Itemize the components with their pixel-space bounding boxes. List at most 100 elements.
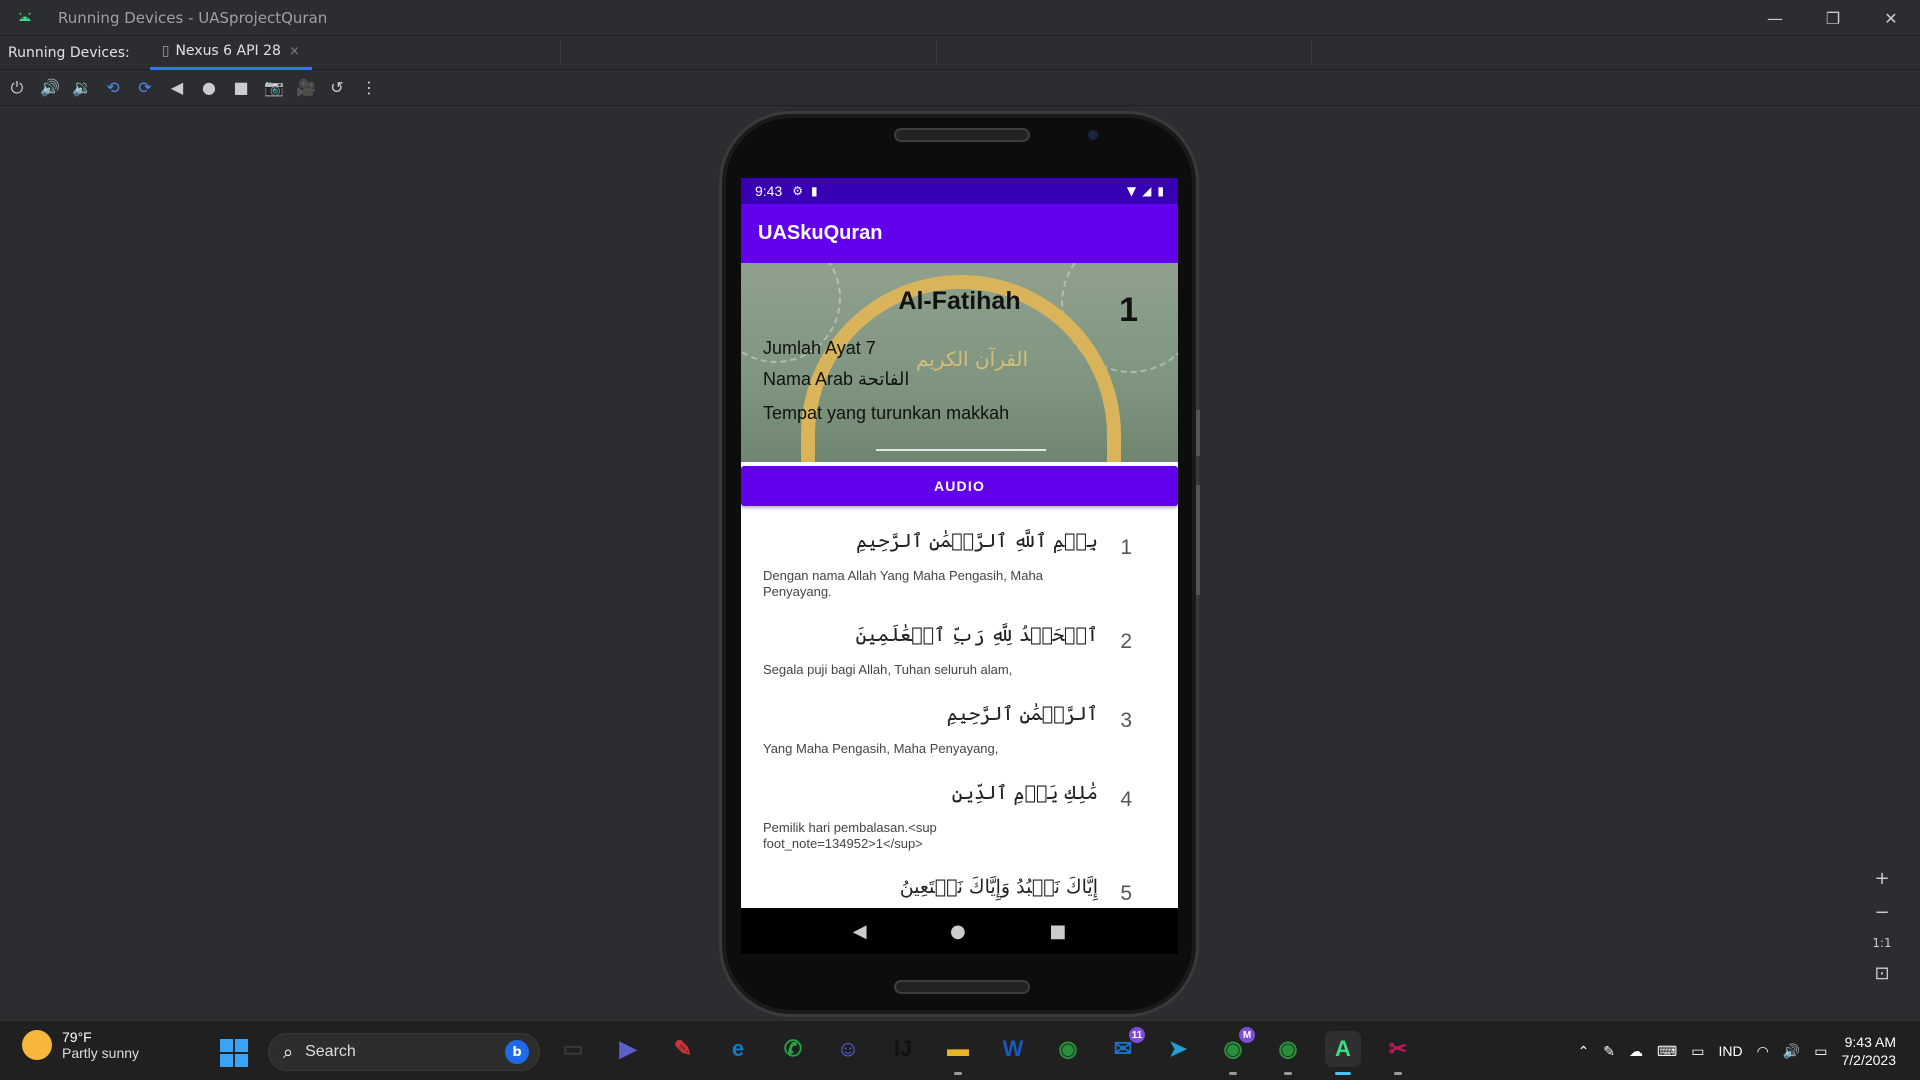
taskbar-discord-icon[interactable]: ☺ <box>830 1031 866 1067</box>
front-camera <box>1088 130 1098 140</box>
tab-nexus-6-label: Nexus 6 API 28 <box>175 43 281 59</box>
ayat-translation: Dengan nama Allah Yang Maha Pengasih, Ma… <box>763 568 1043 599</box>
taskbar-reader-icon[interactable]: ✎ <box>665 1031 701 1067</box>
android-status-bar: 9:43 ⚙ ▮ ▼ ◢ ▮ <box>741 178 1178 204</box>
battery-icon: ▮ <box>1157 184 1164 198</box>
taskbar-clock[interactable]: 9:43 AM 7/2/2023 <box>1842 1033 1897 1069</box>
top-speaker <box>894 128 1030 142</box>
rotate-right-icon[interactable]: ⟳ <box>136 78 154 97</box>
back-icon[interactable]: ◀ <box>168 78 186 97</box>
close-button[interactable]: ✕ <box>1862 0 1920 36</box>
taskbar-apps: ▭ ▶ ✎ e ✆ ☺ IJ ▬ W ◉ ✉ 11 ➤ ◉ M ◉ A ✂ <box>555 1027 1416 1075</box>
running-devices-label: Running Devices: <box>8 44 130 61</box>
search-placeholder: Search <box>305 1043 356 1060</box>
nav-back-icon[interactable]: ◀ <box>853 921 867 942</box>
taskbar-explorer-icon[interactable]: ▬ <box>940 1031 976 1075</box>
phone-volume-button[interactable] <box>1196 485 1200 595</box>
ayat-translation: Yang Maha Pengasih, Maha Penyayang, <box>763 741 999 756</box>
zoom-in-button[interactable]: + <box>1874 868 1889 889</box>
device-icon: ▯ <box>161 43 170 59</box>
overview-icon[interactable]: ■ <box>232 78 250 97</box>
snipping-tool-glyph: ✂ <box>1388 1036 1408 1061</box>
ayat-number: 5 <box>1120 882 1132 905</box>
more-icon[interactable]: ⋮ <box>360 78 378 97</box>
taskbar-snipping-tool-icon[interactable]: ✂ <box>1380 1031 1416 1075</box>
phone-screen[interactable]: 9:43 ⚙ ▮ ▼ ◢ ▮ UASkuQuran القرآن الكريم … <box>741 178 1178 954</box>
decorative-divider <box>876 449 1046 451</box>
ayat-translation: Pemilik hari pembalasan.<sup foot_note=1… <box>763 820 937 851</box>
keyboard-icon[interactable]: ⌨ <box>1657 1043 1677 1060</box>
chrome-profile-2-glyph: ◉ <box>1278 1036 1298 1061</box>
tab-separator <box>1311 40 1312 66</box>
ayat-number: 3 <box>1120 709 1132 732</box>
wifi-icon[interactable]: ◠ <box>1757 1043 1769 1060</box>
windows-taskbar: 79°F Partly sunny ⌕ Search b ▭ ▶ ✎ e ✆ ☺ IJ ▬ W ◉… <box>0 1020 1920 1080</box>
ayat-arabic: مَٰلِكِ يَوۡمِ ٱلدِّينِ <box>951 782 1098 804</box>
audio-button[interactable]: AUDIO <box>741 466 1178 506</box>
taskbar-android-studio-icon[interactable]: A <box>1325 1031 1361 1075</box>
taskbar-intellij-icon[interactable]: IJ <box>885 1031 921 1067</box>
nav-recents-icon[interactable]: ■ <box>1049 921 1066 942</box>
speaker-icon[interactable]: 🔊 <box>1783 1043 1800 1060</box>
telegram-glyph: ➤ <box>1168 1036 1188 1061</box>
ayat-number: 4 <box>1120 788 1132 811</box>
tab-close-icon[interactable]: × <box>289 44 300 59</box>
ayat-arabic: إِيَّاكَ نَعۡبُدُ وَإِيَّاكَ نَسۡتَعِينُ <box>899 876 1098 898</box>
tab-nexus-6[interactable]: ▯ Nexus 6 API 28 × <box>149 36 312 70</box>
running-indicator <box>1335 1072 1351 1075</box>
screen-record-icon[interactable]: 🎥 <box>296 78 316 97</box>
language-indicator[interactable]: IND <box>1718 1043 1742 1059</box>
taskbar-chrome-profile-m-icon[interactable]: ◉ M <box>1215 1027 1255 1075</box>
zoom-out-button[interactable]: − <box>1874 902 1889 923</box>
system-tray: ⌃ ✎ ☁ ⌨ ▭ IND ◠ 🔊 ▭ 9:43 AM 7/2/2023 <box>1578 1033 1896 1069</box>
chevron-up-icon[interactable]: ⌃ <box>1578 1043 1590 1060</box>
android-nav-bar: ◀ ● ■ <box>741 908 1178 954</box>
taskbar-telegram-icon[interactable]: ➤ <box>1160 1031 1196 1067</box>
taskbar-mail-icon[interactable]: ✉ 11 <box>1105 1027 1145 1067</box>
tempat-turun: Tempat yang turunkan makkah <box>763 403 1010 423</box>
android-studio-glyph: A <box>1335 1036 1351 1061</box>
weather-widget[interactable]: 79°F Partly sunny <box>22 1029 139 1061</box>
running-indicator <box>954 1072 962 1075</box>
volume-down-icon[interactable]: 🔉 <box>72 78 92 97</box>
reset-icon[interactable]: ↺ <box>328 78 346 97</box>
running-indicator <box>1394 1072 1402 1075</box>
onedrive-icon[interactable]: ☁ <box>1629 1043 1643 1060</box>
nav-home-icon[interactable]: ● <box>950 921 966 942</box>
taskbar-chrome-icon[interactable]: ◉ <box>1050 1031 1086 1067</box>
taskbar-edge-icon[interactable]: e <box>720 1031 756 1067</box>
app-title: UASkuQuran <box>758 222 883 244</box>
zoom-actual-size-button[interactable]: 1:1 <box>1872 936 1891 950</box>
power-icon[interactable]: ⏻ <box>8 78 26 98</box>
rotate-left-icon[interactable]: ⟲ <box>104 78 122 97</box>
calligraphy: القرآن الكريم <box>916 347 1029 371</box>
taskbar-search[interactable]: ⌕ Search b <box>268 1033 540 1071</box>
volume-up-icon[interactable]: 🔊 <box>40 78 60 97</box>
windows-start-icon[interactable] <box>220 1039 248 1067</box>
ayat-arabic: ٱلۡحَمۡدُ لِلَّهِ رَبِّ ٱلۡعَٰلَمِينَ <box>855 624 1098 646</box>
taskbar-task-view-icon[interactable]: ▭ <box>555 1031 591 1067</box>
zoom-fit-icon[interactable]: ⊡ <box>1874 963 1889 984</box>
display-icon[interactable]: ▭ <box>1691 1043 1704 1060</box>
taskbar-whatsapp-icon[interactable]: ✆ <box>775 1031 811 1067</box>
phone-power-button[interactable] <box>1196 410 1200 456</box>
restore-button[interactable]: ❐ <box>1804 0 1862 36</box>
ayat-number: 2 <box>1120 630 1132 653</box>
pen-icon[interactable]: ✎ <box>1603 1043 1615 1060</box>
reader-glyph: ✎ <box>673 1036 693 1061</box>
status-time: 9:43 <box>755 183 783 199</box>
taskbar-meet-icon[interactable]: ▶ <box>610 1031 646 1067</box>
device-toolbar: ⏻ 🔊 🔉 ⟲ ⟳ ◀ ● ■ 📷 🎥 ↺ ⋮ <box>0 70 1920 106</box>
taskbar-word-icon[interactable]: W <box>995 1031 1031 1067</box>
search-icon: ⌕ <box>283 1041 294 1063</box>
home-icon[interactable]: ● <box>200 78 218 97</box>
ayat-number: 1 <box>1120 536 1132 559</box>
bing-icon[interactable]: b <box>505 1040 529 1064</box>
ayat-translation: Segala puji bagi Allah, Tuhan seluruh al… <box>763 662 1013 677</box>
battery-icon[interactable]: ▭ <box>1814 1043 1827 1060</box>
screenshot-icon[interactable]: 📷 <box>264 78 284 97</box>
clock-time: 9:43 AM <box>1844 1034 1896 1050</box>
taskbar-chrome-profile-2-icon[interactable]: ◉ <box>1270 1031 1306 1075</box>
minimize-button[interactable]: — <box>1746 0 1804 36</box>
weather-desc: Partly sunny <box>62 1045 140 1061</box>
